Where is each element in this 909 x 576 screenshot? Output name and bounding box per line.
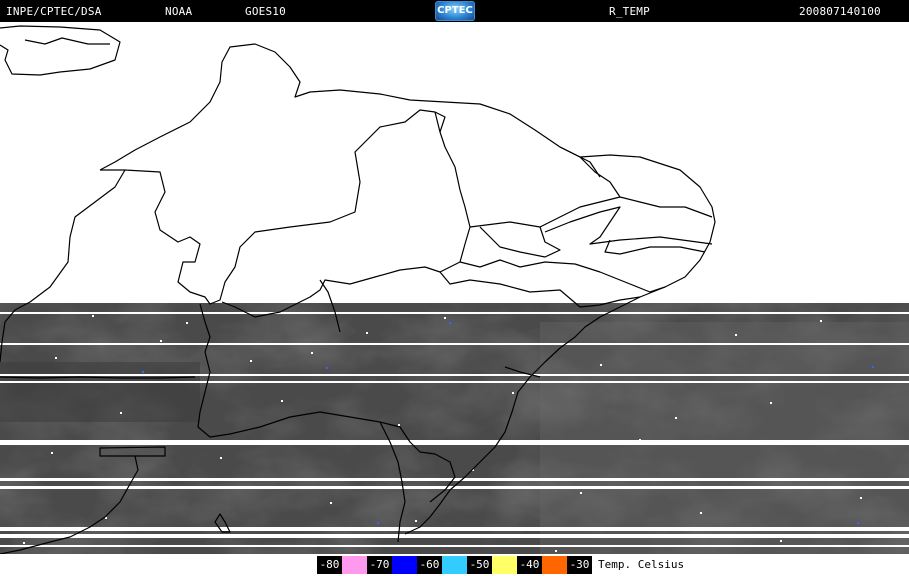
legend-swatch-2 [392,556,417,574]
legend-label-1: -80 [317,556,342,574]
legend-label-3: -60 [417,556,442,574]
temperature-legend: -80 -70 -60 -50 -40 -30 Temp. Celsius [0,554,909,576]
legend-label-4: -50 [467,556,492,574]
timestamp-label: 200807140100 [799,5,881,18]
satellite-label: GOES10 [245,5,286,18]
legend-label-6: -30 [567,556,592,574]
product-label: R_TEMP [609,5,650,18]
institution-label: INPE/CPTEC/DSA [6,5,102,18]
header-bar: INPE/CPTEC/DSA NOAA GOES10 CPTEC R_TEMP … [0,0,909,22]
legend-swatch-4 [492,556,517,574]
legend-swatch-3 [442,556,467,574]
satellite-map [0,22,909,555]
legend-swatch-5 [542,556,567,574]
legend-title: Temp. Celsius [598,558,685,571]
agency-label: NOAA [165,5,193,18]
legend-label-2: -70 [367,556,392,574]
map-svg [0,22,909,555]
legend-label-5: -40 [517,556,542,574]
legend-swatch-1 [342,556,367,574]
cptec-logo: CPTEC [435,1,475,21]
